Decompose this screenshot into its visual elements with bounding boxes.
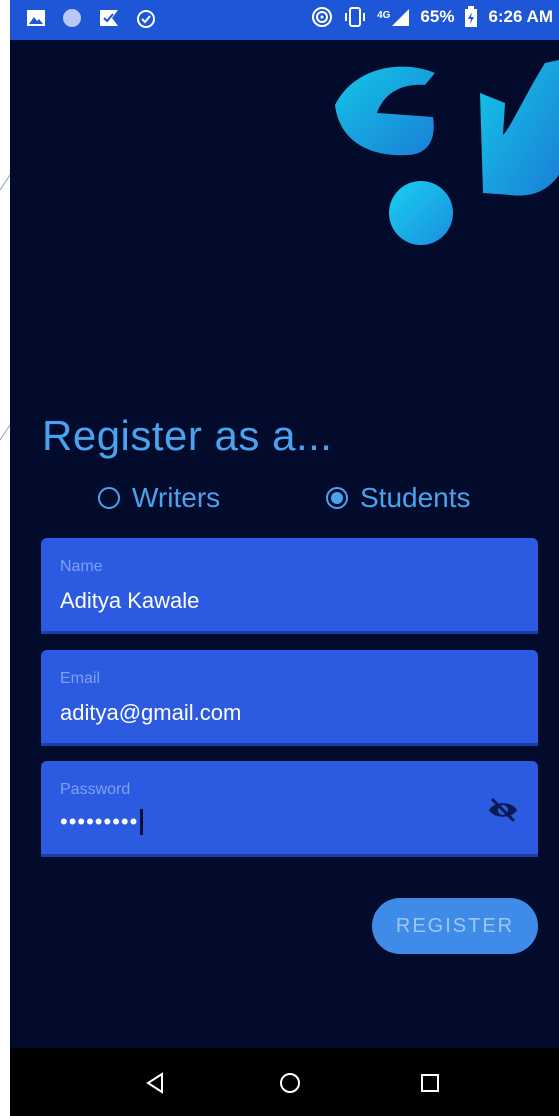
password-field-label: Password xyxy=(60,781,131,798)
radio-students-label: Students xyxy=(360,482,471,513)
network-type: 4G xyxy=(377,10,391,21)
role-radio-group: Writers Students xyxy=(10,482,559,522)
flag-check-icon xyxy=(100,10,118,26)
app-screen: 4G 65% 6:26 AM Register as a... Writers … xyxy=(10,0,559,1116)
email-field-label: Email xyxy=(60,670,101,687)
name-field[interactable]: Name Aditya Kawale xyxy=(41,538,538,634)
vibrate-icon xyxy=(345,7,366,27)
email-field[interactable]: Email aditya@gmail.com xyxy=(41,650,538,746)
signal-icon xyxy=(392,9,410,26)
password-dots: ••••••••• xyxy=(60,809,139,834)
name-field-value[interactable]: Aditya Kawale xyxy=(60,588,199,614)
home-icon[interactable] xyxy=(275,1068,305,1098)
email-field-value[interactable]: aditya@gmail.com xyxy=(60,700,241,726)
clock-check-icon xyxy=(137,10,155,28)
radio-writers[interactable]: Writers xyxy=(98,482,220,514)
text-cursor xyxy=(140,809,144,835)
battery-percent: 65% xyxy=(420,7,455,26)
navigation-bar xyxy=(10,1048,559,1116)
radio-checked-icon xyxy=(326,487,348,509)
circle-icon xyxy=(63,9,81,27)
password-field[interactable]: Password ••••••••• xyxy=(41,761,538,857)
clock: 6:26 AM xyxy=(488,7,553,26)
radio-unchecked-icon xyxy=(98,487,120,509)
register-button[interactable]: REGISTER xyxy=(372,898,538,954)
radio-students[interactable]: Students xyxy=(326,482,471,514)
eye-off-icon[interactable] xyxy=(486,793,520,827)
radio-writers-label: Writers xyxy=(132,482,221,513)
password-field-value[interactable]: ••••••••• xyxy=(60,809,144,835)
battery-icon xyxy=(465,6,478,27)
app-logo xyxy=(335,60,559,245)
recents-icon[interactable] xyxy=(415,1068,445,1098)
status-bar: 4G 65% 6:26 AM xyxy=(10,0,559,40)
hotspot-icon xyxy=(312,7,333,27)
name-field-label: Name xyxy=(60,558,103,575)
page-title: Register as a... xyxy=(42,412,333,459)
image-icon xyxy=(27,10,45,26)
back-icon[interactable] xyxy=(140,1068,170,1098)
